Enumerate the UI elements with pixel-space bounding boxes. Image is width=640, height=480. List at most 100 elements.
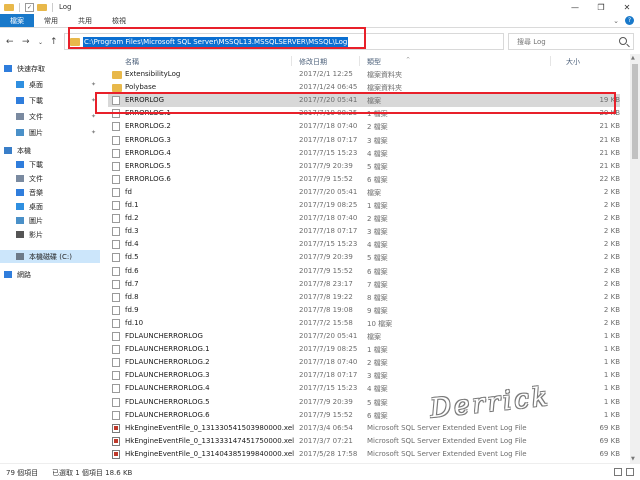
file-row[interactable]: ERRORLOG.6 2017/7/9 15:52 6 檔案 22 KB (108, 173, 620, 186)
file-type: 3 檔案 (367, 372, 388, 381)
sidebar-item[interactable]: 影片 (0, 228, 100, 241)
file-row[interactable]: FDLAUNCHERRORLOG 2017/7/20 05:41 檔案 1 KB (108, 330, 620, 343)
sidebar-item[interactable]: 網路 (0, 268, 100, 281)
sidebar-item[interactable]: 桌面 (0, 200, 100, 213)
file-size: 2 KB (603, 214, 620, 223)
tab-share[interactable]: 共用 (68, 14, 102, 27)
file-row[interactable]: FDLAUNCHERRORLOG.1 2017/7/19 08:25 1 檔案 1 K… (108, 343, 620, 356)
file-row[interactable]: ERRORLOG.5 2017/7/9 20:39 5 檔案 21 KB (108, 160, 620, 173)
tab-home[interactable]: 常用 (34, 14, 68, 27)
file-date: 2017/7/20 05:41 (299, 187, 358, 196)
file-row[interactable]: fd.3 2017/7/18 07:17 3 檔案 2 KB (108, 225, 620, 238)
file-icon (112, 384, 120, 394)
pin-icon: ✦ (90, 81, 96, 88)
file-row[interactable]: fd.9 2017/7/8 19:08 9 檔案 2 KB (108, 304, 620, 317)
sidebar-item[interactable]: 下載 ✦ (0, 94, 100, 107)
pin-icon: ✦ (90, 113, 96, 120)
sidebar-item-label: 本機 (17, 146, 31, 155)
minimize-button[interactable]: — (562, 0, 588, 14)
file-row[interactable]: HkEngineEventFile_0_131404385199840000.x… (108, 448, 620, 461)
file-icon (112, 279, 120, 289)
file-type: 6 檔案 (367, 175, 388, 184)
divider (550, 56, 551, 66)
file-row[interactable]: fd 2017/7/20 05:41 檔案 2 KB (108, 186, 620, 199)
file-row[interactable]: ERRORLOG.3 2017/7/18 07:17 3 檔案 21 KB (108, 134, 620, 147)
search-input[interactable] (509, 34, 609, 49)
tab-view[interactable]: 檢視 (102, 14, 136, 27)
sidebar-item[interactable]: 圖片 (0, 214, 100, 227)
file-row[interactable]: HkEngineEventFile_0_131333147451750000.x… (108, 435, 620, 448)
expand-ribbon-button[interactable]: ⌄ (613, 17, 619, 25)
vertical-scrollbar[interactable]: ▲ ▼ (630, 54, 640, 463)
help-icon[interactable]: ? (625, 16, 634, 25)
file-row[interactable]: fd.1 2017/7/19 08:25 1 檔案 2 KB (108, 199, 620, 212)
file-row[interactable]: fd.4 2017/7/15 15:23 4 檔案 2 KB (108, 238, 620, 251)
file-date: 2017/7/9 15:52 (299, 410, 353, 419)
file-row[interactable]: ExtensibilityLog 2017/2/1 12:25 檔案資料夾 (108, 68, 620, 81)
file-name: fd.6 (125, 266, 139, 275)
file-row[interactable]: FDLAUNCHERRORLOG.2 2017/7/18 07:40 2 檔案 1 K… (108, 356, 620, 369)
drive-icon (16, 253, 24, 260)
sidebar-item[interactable]: 圖片 ✦ (0, 126, 100, 139)
sidebar-item-label: 桌面 (29, 80, 43, 89)
properties-icon[interactable]: ✓ (25, 2, 34, 12)
file-size: 2 KB (603, 240, 620, 249)
file-name: fd (125, 187, 132, 196)
tab-file[interactable]: 檔案 (0, 14, 34, 27)
sidebar-item-label: 下載 (29, 96, 43, 105)
column-date[interactable]: 修改日期 (299, 57, 327, 67)
sidebar-item[interactable]: 本機磁碟 (C:) (0, 250, 100, 263)
sidebar-item-label: 網路 (17, 270, 31, 279)
recent-locations-button[interactable]: ⌄ (38, 39, 43, 46)
sidebar-item[interactable]: 文件 ✦ (0, 110, 100, 123)
file-row[interactable]: fd.2 2017/7/18 07:40 2 檔案 2 KB (108, 212, 620, 225)
sidebar-item[interactable]: 本機 (0, 144, 100, 157)
sidebar-item[interactable]: 音樂 (0, 186, 100, 199)
large-icons-view-icon[interactable] (626, 468, 634, 476)
scroll-down-icon[interactable]: ▼ (631, 456, 635, 462)
search-box[interactable] (508, 33, 634, 50)
file-size: 1 KB (603, 384, 620, 393)
new-folder-icon[interactable] (37, 3, 47, 11)
file-row[interactable]: ERRORLOG.4 2017/7/15 15:23 4 檔案 21 KB (108, 147, 620, 160)
maximize-button[interactable]: ❐ (588, 0, 614, 14)
sidebar-item-label: 音樂 (29, 188, 43, 197)
file-row[interactable]: fd.6 2017/7/9 15:52 6 檔案 2 KB (108, 265, 620, 278)
file-row[interactable]: fd.8 2017/7/8 19:22 8 檔案 2 KB (108, 291, 620, 304)
file-date: 2017/7/15 15:23 (299, 384, 358, 393)
file-date: 2017/2/1 12:25 (299, 70, 353, 78)
desktop-icon (16, 203, 24, 210)
file-name: HkEngineEventFile_0_131404385199840000.x… (125, 449, 295, 458)
file-type: 6 檔案 (367, 267, 388, 276)
sidebar-item[interactable]: 快速存取 (0, 62, 100, 75)
column-name[interactable]: 名稱 (125, 57, 139, 67)
sidebar-item[interactable]: 下載 (0, 158, 100, 171)
file-row[interactable]: fd.5 2017/7/9 20:39 5 檔案 2 KB (108, 251, 620, 264)
file-row[interactable]: ERRORLOG.2 2017/7/18 07:40 2 檔案 21 KB (108, 120, 620, 133)
file-row[interactable]: HkEngineEventFile_0_131330541503980000.x… (108, 422, 620, 435)
column-type[interactable]: 類型 (367, 57, 381, 67)
scroll-up-icon[interactable]: ▲ (631, 55, 635, 61)
picture-icon (16, 129, 24, 136)
up-button[interactable]: ↑ (50, 37, 58, 47)
column-size[interactable]: 大小 (566, 57, 580, 67)
file-row[interactable]: fd.7 2017/7/8 23:17 7 檔案 2 KB (108, 278, 620, 291)
document-icon (16, 175, 24, 182)
file-type: 5 檔案 (367, 162, 388, 171)
file-row[interactable]: fd.10 2017/7/2 15:58 10 檔案 2 KB (108, 317, 620, 330)
file-type: 3 檔案 (367, 136, 388, 145)
close-button[interactable]: ✕ (614, 0, 640, 14)
file-name: HkEngineEventFile_0_131330541503980000.x… (125, 423, 295, 432)
sidebar-item[interactable]: 文件 (0, 172, 100, 185)
file-icon (112, 436, 120, 446)
back-button[interactable]: ← (6, 37, 14, 47)
divider (19, 2, 20, 12)
details-view-icon[interactable] (614, 468, 622, 476)
sidebar-item[interactable]: 桌面 ✦ (0, 78, 100, 91)
file-icon (112, 397, 120, 407)
search-icon[interactable] (619, 37, 627, 45)
file-row[interactable]: FDLAUNCHERRORLOG.3 2017/7/18 07:17 3 檔案 1 K… (108, 369, 620, 382)
video-icon (16, 231, 24, 238)
forward-button[interactable]: → (22, 37, 30, 47)
scrollbar-thumb[interactable] (632, 64, 638, 159)
